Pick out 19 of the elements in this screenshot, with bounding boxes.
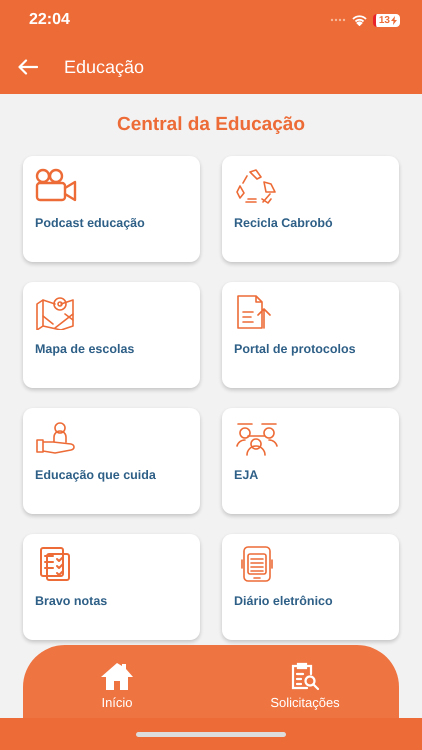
service-tile[interactable]: Educação que cuida (23, 408, 200, 514)
service-tile[interactable]: EJA (222, 408, 399, 514)
header-title: Educação (64, 56, 144, 78)
section-title: Central da Educação (116, 114, 306, 136)
service-tile[interactable]: Podcast educação (23, 156, 200, 262)
service-tile[interactable]: Portal de protocolos (222, 282, 399, 388)
charging-bolt-icon (391, 16, 397, 24)
wifi-icon (352, 14, 367, 26)
service-tile[interactable]: Mapa de escolas (23, 282, 200, 388)
service-tile[interactable]: Diário eletrônico (222, 534, 399, 640)
graduates-icon (234, 420, 280, 456)
clipboard-search-icon (289, 661, 321, 691)
battery-level: 13 (372, 14, 400, 26)
home-icon (99, 661, 135, 691)
service-tile[interactable]: Recicla Cabrobó (222, 156, 399, 262)
service-tile[interactable]: Bravo notas (23, 534, 200, 640)
signal-icon (330, 18, 346, 22)
status-time: 22:04 (29, 11, 70, 29)
back-arrow-icon[interactable] (18, 59, 38, 75)
